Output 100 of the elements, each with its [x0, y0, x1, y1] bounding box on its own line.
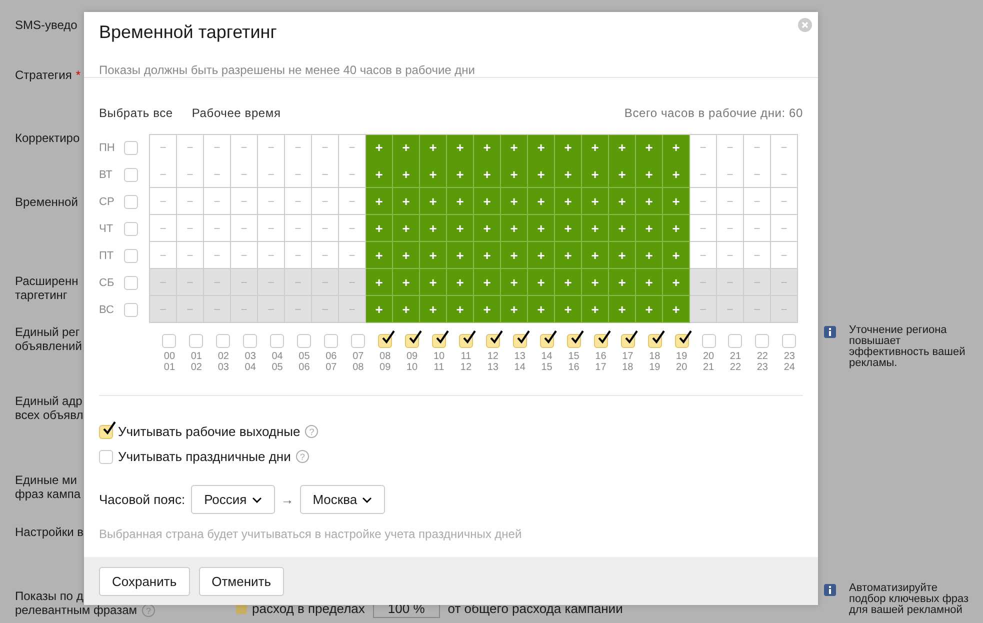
hour-cell[interactable]: + — [393, 296, 420, 323]
hour-cell[interactable]: – — [285, 161, 312, 188]
hour-cell[interactable]: – — [258, 215, 285, 242]
hour-cell[interactable]: + — [663, 242, 690, 269]
hour-cell[interactable]: – — [339, 161, 366, 188]
hour-cell[interactable]: – — [231, 296, 258, 323]
hour-cell[interactable]: – — [690, 161, 717, 188]
hour-cell[interactable]: + — [474, 215, 501, 242]
hour-cell[interactable]: + — [447, 242, 474, 269]
hour-cell[interactable]: + — [501, 242, 528, 269]
dialog-button[interactable]: Сохранить — [99, 566, 190, 596]
hour-cell[interactable]: + — [663, 188, 690, 215]
hour-cell[interactable]: – — [177, 269, 204, 296]
hour-cell[interactable]: + — [420, 215, 447, 242]
day-checkbox[interactable] — [124, 302, 138, 316]
day-checkbox[interactable] — [124, 248, 138, 262]
hour-cell[interactable]: + — [528, 161, 555, 188]
hour-cell[interactable]: – — [204, 242, 231, 269]
hour-cell[interactable]: – — [285, 188, 312, 215]
hour-cell[interactable]: + — [420, 242, 447, 269]
day-checkbox[interactable] — [124, 276, 138, 290]
hour-cell[interactable]: + — [420, 188, 447, 215]
hour-cell[interactable]: + — [366, 269, 393, 296]
hour-cell[interactable]: + — [501, 215, 528, 242]
hour-cell[interactable]: – — [690, 188, 717, 215]
hour-cell[interactable]: + — [447, 134, 474, 162]
hour-cell[interactable]: + — [528, 215, 555, 242]
help-icon[interactable]: ? — [296, 450, 309, 463]
hour-checkbox[interactable] — [297, 334, 312, 348]
hour-cell[interactable]: + — [366, 134, 393, 162]
hour-cell[interactable]: – — [690, 296, 717, 323]
hour-cell[interactable]: + — [474, 296, 501, 323]
hour-cell[interactable]: – — [231, 161, 258, 188]
hour-cell[interactable]: + — [636, 296, 663, 323]
hour-cell[interactable]: + — [663, 296, 690, 323]
hour-cell[interactable]: + — [366, 188, 393, 215]
hour-cell[interactable]: + — [609, 296, 636, 323]
hour-cell[interactable]: + — [420, 161, 447, 188]
hour-cell[interactable]: – — [258, 269, 285, 296]
hour-cell[interactable]: – — [744, 215, 771, 242]
hour-cell[interactable]: + — [582, 134, 609, 162]
hour-cell[interactable]: + — [366, 215, 393, 242]
hour-cell[interactable]: + — [474, 242, 501, 269]
hour-cell[interactable]: – — [771, 161, 798, 188]
hour-cell[interactable]: + — [663, 161, 690, 188]
hour-cell[interactable]: – — [258, 242, 285, 269]
hour-cell[interactable]: – — [339, 296, 366, 323]
hour-cell[interactable]: – — [150, 242, 177, 269]
hour-cell[interactable]: – — [744, 242, 771, 269]
hour-cell[interactable]: + — [393, 269, 420, 296]
hour-cell[interactable]: + — [366, 242, 393, 269]
hour-cell[interactable]: – — [204, 161, 231, 188]
hour-cell[interactable]: + — [366, 296, 393, 323]
hour-cell[interactable]: – — [285, 242, 312, 269]
hour-cell[interactable]: + — [528, 188, 555, 215]
hour-cell[interactable]: + — [447, 296, 474, 323]
hour-cell[interactable]: – — [231, 188, 258, 215]
hour-cell[interactable]: + — [366, 161, 393, 188]
hour-cell[interactable]: + — [501, 269, 528, 296]
hour-cell[interactable]: + — [474, 134, 501, 162]
hour-cell[interactable]: + — [528, 134, 555, 162]
hour-cell[interactable]: + — [636, 161, 663, 188]
hour-checkbox[interactable] — [755, 334, 770, 348]
hour-cell[interactable]: + — [582, 215, 609, 242]
hour-cell[interactable]: + — [555, 242, 582, 269]
hour-cell[interactable]: + — [609, 161, 636, 188]
hour-cell[interactable]: + — [663, 215, 690, 242]
hour-cell[interactable]: – — [204, 215, 231, 242]
hour-cell[interactable]: – — [177, 242, 204, 269]
hour-cell[interactable]: – — [285, 215, 312, 242]
hour-cell[interactable]: + — [393, 242, 420, 269]
hour-cell[interactable]: + — [636, 242, 663, 269]
hour-cell[interactable]: + — [393, 134, 420, 162]
country-select[interactable]: Россия — [191, 485, 275, 514]
hour-cell[interactable]: + — [609, 134, 636, 162]
hour-cell[interactable]: + — [663, 269, 690, 296]
day-checkbox[interactable] — [124, 140, 138, 154]
hour-cell[interactable]: + — [636, 215, 663, 242]
hour-cell[interactable]: + — [420, 134, 447, 162]
hour-cell[interactable]: + — [447, 188, 474, 215]
hour-cell[interactable]: + — [420, 269, 447, 296]
hour-cell[interactable]: + — [663, 134, 690, 162]
hour-cell[interactable]: – — [150, 296, 177, 323]
hour-cell[interactable]: – — [258, 188, 285, 215]
hour-cell[interactable]: – — [258, 296, 285, 323]
hour-cell[interactable]: – — [339, 242, 366, 269]
hour-cell[interactable]: + — [474, 161, 501, 188]
hour-cell[interactable]: – — [150, 215, 177, 242]
hour-cell[interactable]: – — [231, 215, 258, 242]
hour-checkbox[interactable] — [162, 334, 176, 348]
hour-cell[interactable]: + — [447, 215, 474, 242]
hour-cell[interactable]: – — [690, 242, 717, 269]
hour-checkbox[interactable] — [324, 334, 338, 348]
hour-cell[interactable]: – — [312, 242, 339, 269]
hour-cell[interactable]: + — [582, 269, 609, 296]
hour-cell[interactable]: – — [744, 161, 771, 188]
hour-cell[interactable]: + — [555, 296, 582, 323]
hour-cell[interactable]: + — [582, 242, 609, 269]
preset-link[interactable]: Рабочее время — [192, 106, 281, 120]
day-checkbox[interactable] — [124, 222, 138, 236]
